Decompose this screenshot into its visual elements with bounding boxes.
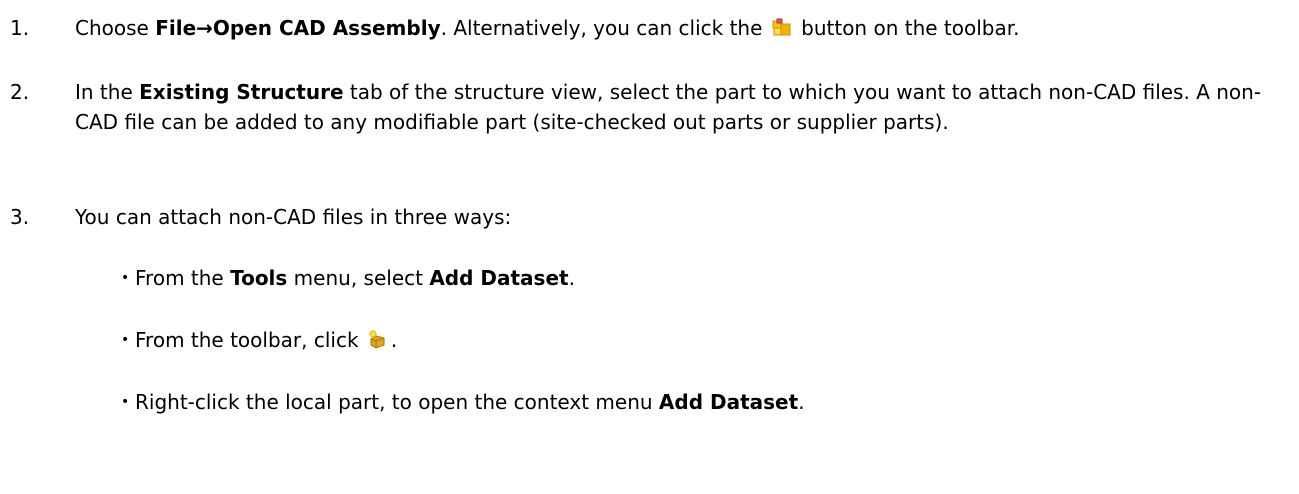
menu-name: Tools [230, 266, 288, 290]
step-number: 3. [10, 205, 30, 229]
command-name: Add Dataset [658, 390, 799, 414]
bullet-text: Right-click the local part, to open the … [135, 390, 805, 414]
step-number: 1. [10, 16, 30, 40]
menu-path: File→Open CAD Assembly [155, 16, 441, 40]
step-text: Choose File→Open CAD Assembly. Alternati… [75, 16, 1020, 40]
tab-name: Existing Structure [139, 80, 344, 104]
bullet-marker: • [121, 270, 130, 286]
bullet-marker: • [121, 394, 130, 410]
add-dataset-icon [367, 330, 389, 350]
step-number: 2. [10, 80, 30, 104]
step-text: In the Existing Structure tab of the str… [75, 80, 1262, 134]
bullet-marker: • [121, 332, 130, 348]
bullet-text: From the toolbar, click . [135, 328, 398, 352]
open-cad-assembly-icon [771, 18, 793, 38]
step-text: You can attach non-CAD files in three wa… [75, 205, 512, 229]
command-name: Add Dataset [429, 266, 569, 290]
bullet-text: From the Tools menu, select Add Dataset. [135, 266, 575, 290]
